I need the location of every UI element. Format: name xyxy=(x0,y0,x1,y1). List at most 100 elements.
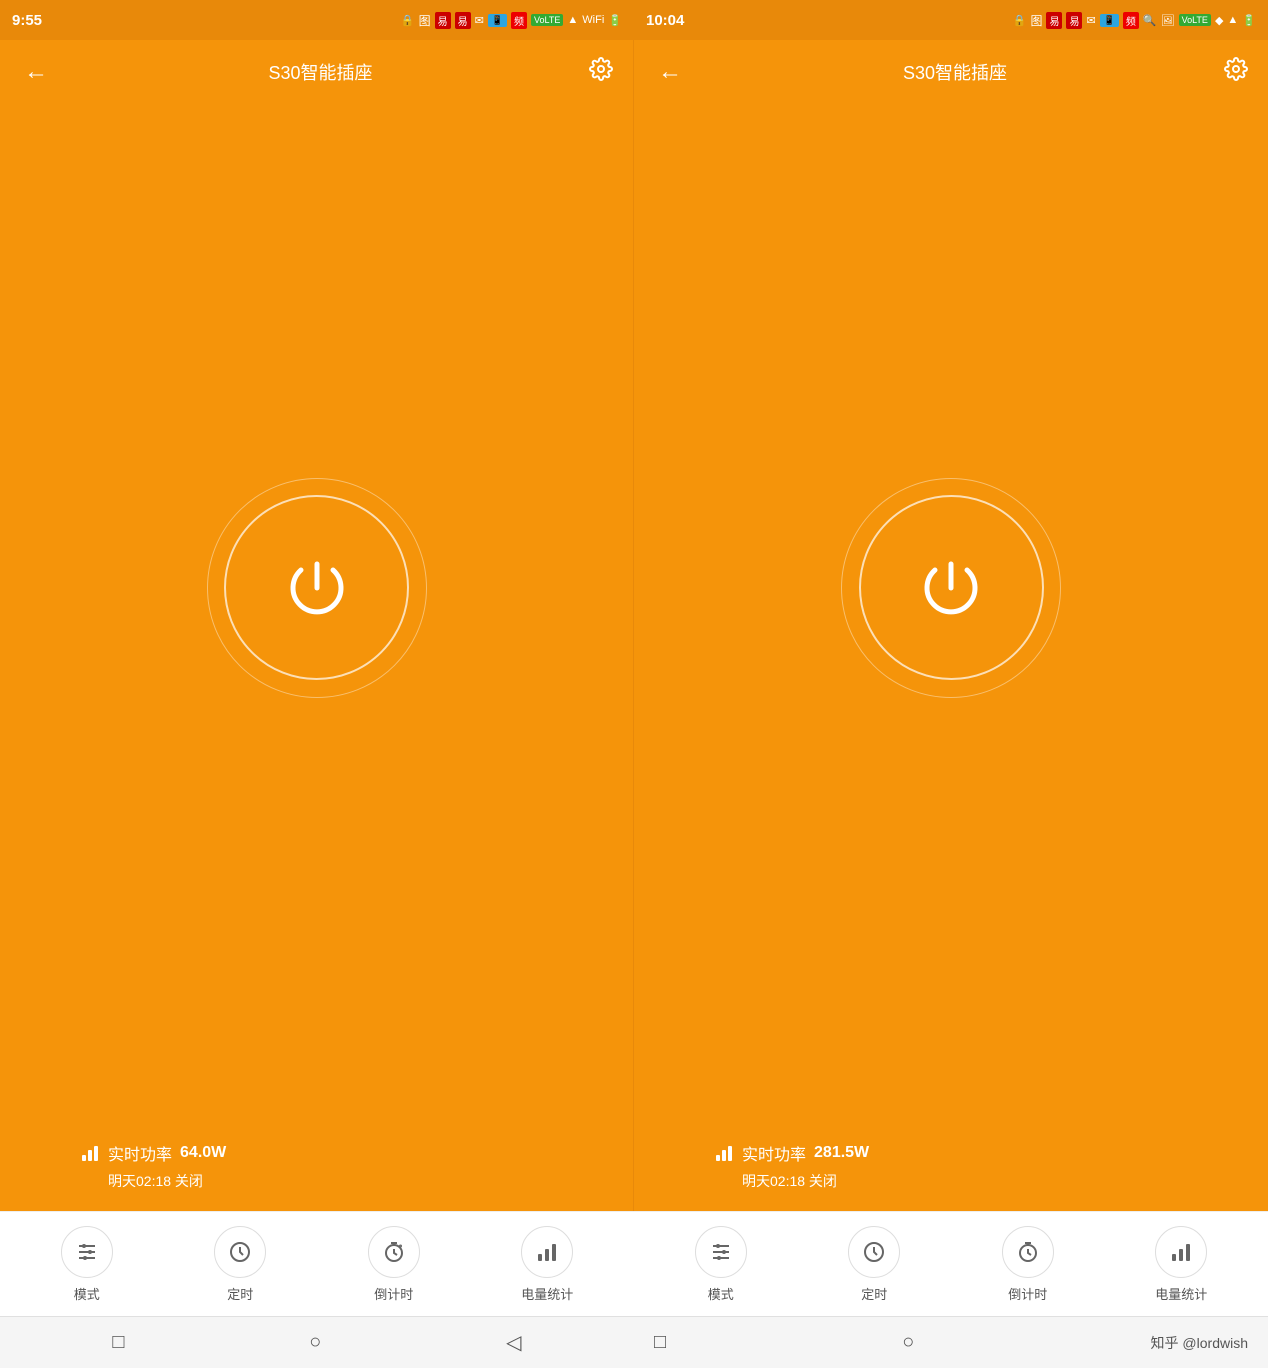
right-panel: ← S30智能插座 xyxy=(634,40,1268,1211)
app-icon-2: 易 xyxy=(455,12,471,29)
right-timer-item[interactable]: 定时 xyxy=(844,1226,904,1303)
right-mode-label: 模式 xyxy=(708,1284,734,1303)
watermark: 知乎 @lordwish xyxy=(1151,1333,1248,1353)
left-clock-icon xyxy=(228,1240,252,1264)
right-stopwatch-icon xyxy=(1016,1240,1040,1264)
right-mode-item[interactable]: 模式 xyxy=(691,1226,751,1303)
right-stats-item[interactable]: 电量统计 xyxy=(1151,1226,1211,1303)
left-power-icon xyxy=(277,548,357,628)
right-stats-label: 电量统计 xyxy=(1155,1284,1207,1303)
left-mode-icon-circle xyxy=(61,1226,113,1278)
news-icon-r: 频 xyxy=(1123,12,1139,29)
left-sliders-icon xyxy=(75,1240,99,1264)
right-barchart-icon xyxy=(1169,1240,1193,1264)
right-timer-icon-circle xyxy=(848,1226,900,1278)
diamond-icon-r: ◆ xyxy=(1215,14,1223,27)
left-power-outer-ring xyxy=(207,478,427,698)
left-countdown-item[interactable]: 倒计时 xyxy=(364,1226,424,1303)
app-icon-r1: 易 xyxy=(1046,12,1062,29)
nav-triangle-button[interactable]: ◁ xyxy=(506,1330,521,1355)
left-power-area xyxy=(0,104,633,1131)
right-timer-label: 定时 xyxy=(861,1284,887,1303)
left-power-button[interactable] xyxy=(224,495,409,680)
signal-icon-r: ▲ xyxy=(1227,14,1238,26)
right-sliders-icon xyxy=(709,1240,733,1264)
nav-left: □ ○ ◁ xyxy=(20,1330,634,1355)
left-timer-item[interactable]: 定时 xyxy=(210,1226,270,1303)
left-settings-button[interactable] xyxy=(589,57,613,87)
status-bars: 9:55 🔒 图 易 易 ✉ 📱 频 VoLTE ▲ WiFi 🔋 10:04 … xyxy=(0,0,1268,40)
left-panel: ← S30智能插座 xyxy=(0,40,634,1211)
image-icon-r: 🖼 xyxy=(1161,14,1175,27)
right-panel-header: ← S30智能插座 xyxy=(634,40,1268,104)
right-mode-icon-circle xyxy=(695,1226,747,1278)
left-panel-header: ← S30智能插座 xyxy=(0,40,633,104)
left-schedule-text: 明天02:18 关闭 xyxy=(80,1171,203,1191)
lock-icon-r: 🔒 xyxy=(1013,14,1027,27)
app-icon-r2: 易 xyxy=(1066,12,1082,29)
status-icons-right: 🔒 图 易 易 ✉ 📱 频 🔍 🖼 VoLTE ◆ ▲ 🔋 xyxy=(1013,12,1256,29)
right-power-outer-ring xyxy=(841,478,1061,698)
bottom-toolbar: 模式 定时 倒计时 xyxy=(0,1211,1268,1316)
left-back-button[interactable]: ← xyxy=(20,54,52,90)
left-countdown-icon-circle xyxy=(368,1226,420,1278)
left-power-stat-label: 实时功率 xyxy=(108,1141,172,1165)
left-mode-item[interactable]: 模式 xyxy=(57,1226,117,1303)
left-power-stat: 实时功率 64.0W xyxy=(80,1141,226,1165)
left-stopwatch-icon xyxy=(382,1240,406,1264)
right-bar-chart-icon xyxy=(714,1143,734,1163)
left-timer-label: 定时 xyxy=(227,1284,253,1303)
right-countdown-label: 倒计时 xyxy=(1008,1284,1047,1303)
telegram-icon: 📱 xyxy=(488,14,507,27)
left-power-value: 64.0W xyxy=(180,1144,226,1162)
battery-icon-r: 🔋 xyxy=(1242,14,1256,27)
right-panel-title: S30智能插座 xyxy=(903,59,1007,85)
right-back-button[interactable]: ← xyxy=(654,54,686,90)
right-stats-area: 实时功率 281.5W 明天02:18 关闭 xyxy=(634,1131,1268,1211)
main-panels: ← S30智能插座 xyxy=(0,40,1268,1211)
left-bar-chart-icon xyxy=(80,1143,100,1163)
right-countdown-item[interactable]: 倒计时 xyxy=(998,1226,1058,1303)
right-clock-icon xyxy=(862,1240,886,1264)
left-timer-icon-circle xyxy=(214,1226,266,1278)
app-icon-1: 易 xyxy=(435,12,451,29)
right-power-icon xyxy=(911,548,991,628)
right-settings-button[interactable] xyxy=(1224,57,1248,87)
left-mode-label: 模式 xyxy=(74,1284,100,1303)
time-left: 9:55 xyxy=(12,12,42,29)
left-barchart-icon xyxy=(535,1240,559,1264)
right-power-stat-label: 实时功率 xyxy=(742,1141,806,1165)
mail-icon: ✉ xyxy=(475,14,484,27)
right-toolbar: 模式 定时 倒计时 xyxy=(634,1211,1268,1316)
mail-icon-r: ✉ xyxy=(1086,14,1095,27)
right-countdown-icon-circle xyxy=(1002,1226,1054,1278)
status-bar-right: 10:04 🔒 图 易 易 ✉ 📱 频 🔍 🖼 VoLTE ◆ ▲ 🔋 xyxy=(634,0,1268,40)
wifi-status-icon: WiFi xyxy=(582,14,604,26)
left-stats-icon-circle xyxy=(521,1226,573,1278)
nav-square-button-r[interactable]: □ xyxy=(654,1331,666,1354)
left-countdown-label: 倒计时 xyxy=(374,1284,413,1303)
left-stats-area: 实时功率 64.0W 明天02:18 关闭 xyxy=(0,1131,633,1211)
nav-bar: □ ○ ◁ □ ○ 知乎 @lordwish xyxy=(0,1316,1268,1368)
nav-circle-button[interactable]: ○ xyxy=(309,1331,321,1354)
right-power-button[interactable] xyxy=(859,495,1044,680)
telegram-icon-r: 📱 xyxy=(1100,14,1119,27)
right-power-stat: 实时功率 281.5W xyxy=(714,1141,869,1165)
wifi-icon-left: 图 xyxy=(419,12,431,29)
left-toolbar: 模式 定时 倒计时 xyxy=(0,1211,634,1316)
signal-icon: ▲ xyxy=(567,14,578,26)
nav-square-button[interactable]: □ xyxy=(112,1331,124,1354)
battery-icon: 🔋 xyxy=(608,14,622,27)
left-stats-item[interactable]: 电量统计 xyxy=(517,1226,577,1303)
right-power-value: 281.5W xyxy=(814,1144,869,1162)
news-icon: 频 xyxy=(511,12,527,29)
right-power-area xyxy=(634,104,1268,1131)
nav-circle-button-r[interactable]: ○ xyxy=(902,1331,914,1354)
wifi-icon-right: 图 xyxy=(1030,12,1042,29)
right-stats-icon-circle xyxy=(1155,1226,1207,1278)
volte-badge: VoLTE xyxy=(531,14,563,26)
status-icons-left: 🔒 图 易 易 ✉ 📱 频 VoLTE ▲ WiFi 🔋 xyxy=(401,12,622,29)
volte-badge-r: VoLTE xyxy=(1179,14,1211,26)
lock-icon: 🔒 xyxy=(401,14,415,27)
search-icon-r: 🔍 xyxy=(1143,14,1157,27)
